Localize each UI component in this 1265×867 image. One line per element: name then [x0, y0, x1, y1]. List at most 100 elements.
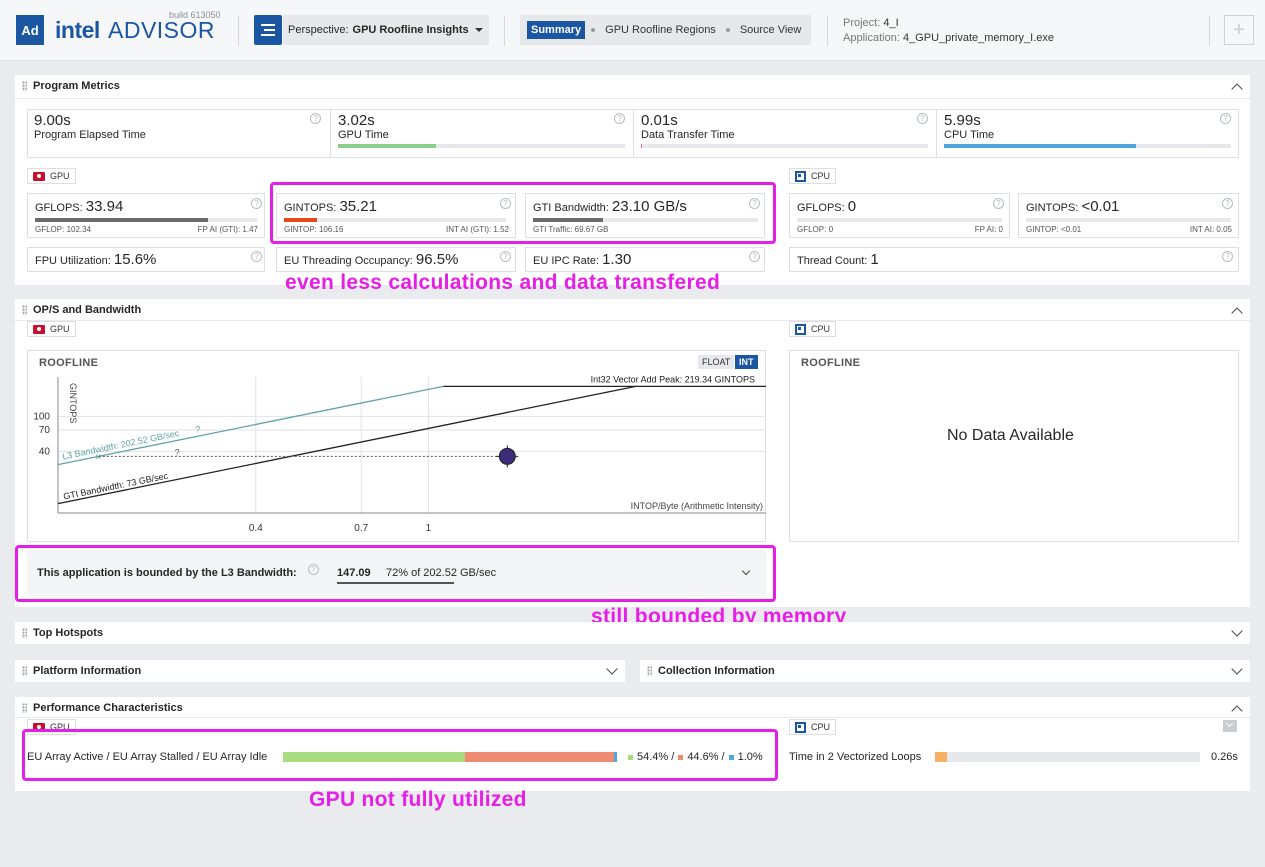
fpu-label: FPU Utilization:	[35, 255, 111, 267]
highlight-box	[270, 182, 776, 244]
help-icon[interactable]: ?	[1222, 198, 1233, 209]
help-icon[interactable]: ?	[1220, 113, 1231, 124]
l3-bandwidth-roof-line	[57, 385, 444, 466]
timer-card: 3.02s GPU Time?	[330, 109, 633, 158]
advisor-logo-text: ADVISOR	[108, 17, 216, 43]
fpu-utilization-card: FPU Utilization: 15.6% ?	[27, 247, 265, 272]
timer-bar	[641, 144, 928, 148]
cpu-gflops-label: GFLOPS:	[797, 202, 845, 214]
cpu-gflops-bar	[797, 218, 1002, 222]
platform-info-header[interactable]: Platform Information	[22, 665, 141, 677]
timer-bar	[944, 144, 1231, 148]
application-name: 4_GPU_private_memory_I.exe	[902, 32, 1054, 44]
timer-bar-fill	[944, 144, 1137, 148]
vectorized-loops-label: Time in 2 Vectorized Loops	[789, 751, 922, 763]
drag-handle-icon[interactable]	[647, 666, 652, 676]
gpu-chip-label: GPU	[50, 171, 70, 181]
eu-ipc-value: 1.30	[602, 251, 632, 268]
cpu-gintops-card: GINTOPS: <0.01 ? GINTOP: <0.01 INT AI: 0…	[1018, 193, 1239, 238]
collection-info-header[interactable]: Collection Information	[647, 665, 775, 677]
perf-characteristics-header[interactable]: Performance Characteristics	[22, 702, 183, 714]
top-hotspots-panel[interactable]	[15, 622, 1250, 644]
ops-bandwidth-header[interactable]: OP/S and Bandwidth	[22, 304, 141, 316]
view-tabs: Summary GPU Roofline Regions Source View	[520, 15, 811, 45]
eu-occupancy-card: EU Threading Occupancy: 96.5% ?	[276, 247, 516, 272]
program-metrics-header[interactable]: Program Metrics	[22, 80, 120, 92]
advisor-logo-badge: Ad	[16, 15, 44, 45]
tab-source-view[interactable]: Source View	[736, 21, 806, 39]
perspective-icon[interactable]	[254, 15, 282, 45]
timer-value: 0.01s	[641, 112, 678, 129]
cpu-gintops-value: <0.01	[1081, 198, 1120, 215]
cpu-chip: CPU	[789, 168, 837, 184]
thread-count-card: Thread Count: 1 ?	[789, 247, 1239, 272]
vectorized-loops-bar	[935, 752, 1200, 762]
eu-ipc-card: EU IPC Rate: 1.30 ?	[525, 247, 765, 272]
divider	[15, 98, 1250, 99]
help-icon[interactable]: ?	[993, 198, 1004, 209]
timer-value: 3.02s	[338, 112, 375, 129]
chevron-down-icon	[474, 28, 483, 32]
cpu-gflop-count: GFLOP: 0	[797, 225, 834, 234]
tab-summary[interactable]: Summary	[527, 21, 586, 39]
roofline-chart[interactable]: Int32 Vector Add Peak: 219.34 GINTOPS L3 …	[27, 350, 766, 542]
help-icon[interactable]: ?	[500, 251, 511, 262]
panel-title: Performance Characteristics	[33, 702, 183, 714]
tab-gpu-roofline-regions[interactable]: GPU Roofline Regions	[601, 21, 720, 39]
help-icon[interactable]: ?	[251, 251, 262, 262]
timer-label: CPU Time	[944, 129, 995, 141]
cpu-gflops-card: GFLOPS: 0 ? GFLOP: 0 FP AI: 0	[789, 193, 1010, 238]
x-tick-label: 1	[426, 523, 432, 534]
gflops-bar-fill	[35, 218, 209, 222]
y-tick-label: 100	[33, 411, 50, 422]
panel-title: Program Metrics	[33, 80, 120, 92]
gpu-chip: GPU	[27, 321, 76, 337]
highlight-box	[22, 729, 778, 781]
help-icon[interactable]: ?	[917, 113, 928, 124]
help-icon[interactable]: ?	[251, 198, 262, 209]
dropdown-toggle[interactable]	[1223, 719, 1237, 732]
help-icon[interactable]: ?	[1222, 251, 1233, 262]
cpu-gflops-value: 0	[847, 198, 857, 215]
help-icon[interactable]: ?	[310, 113, 321, 124]
top-hotspots-header[interactable]: Top Hotspots	[22, 627, 103, 639]
no-data-message: No Data Available	[947, 427, 1074, 444]
divider	[15, 717, 1250, 718]
roof-marker: ?	[175, 447, 180, 457]
application-label: Application:	[843, 32, 900, 44]
divider	[15, 320, 1250, 321]
cpu-icon	[795, 323, 806, 335]
panel-title: OP/S and Bandwidth	[33, 304, 142, 316]
timer-value: 5.99s	[944, 112, 981, 129]
gflop-count: GFLOP: 102.34	[35, 225, 92, 234]
drag-handle-icon[interactable]	[22, 703, 27, 713]
chevron-down-icon	[1225, 719, 1234, 728]
y-axis-label: GINTOPS	[68, 383, 78, 423]
header-divider	[1209, 16, 1210, 46]
help-icon[interactable]: ?	[614, 113, 625, 124]
panel-title: Platform Information	[33, 665, 142, 677]
timer-card: 9.00s Program Elapsed Time?	[27, 109, 330, 158]
gpu-chip: GPU	[27, 168, 76, 184]
annotation-gpu-not-utilized: GPU not fully utilized	[309, 788, 527, 811]
add-button[interactable]: +	[1224, 15, 1254, 45]
y-tick-label: 70	[39, 425, 51, 436]
project-info: Project: 4_I Application: 4_GPU_private_…	[843, 16, 1054, 46]
cpu-gintops-label: GINTOPS:	[1026, 202, 1079, 214]
gflops-bar	[35, 218, 257, 222]
header-divider	[827, 16, 828, 46]
roof-marker: ?	[195, 425, 200, 435]
drag-handle-icon[interactable]	[22, 305, 27, 315]
drag-handle-icon[interactable]	[22, 628, 27, 638]
panel-title: Top Hotspots	[33, 627, 104, 639]
timer-value: 9.00s	[34, 112, 71, 129]
drag-handle-icon[interactable]	[22, 81, 27, 91]
drag-handle-icon[interactable]	[22, 666, 27, 676]
cpu-chip-label: CPU	[811, 324, 831, 334]
project-label: Project:	[843, 17, 881, 29]
gpu-icon	[33, 324, 45, 334]
help-icon[interactable]: ?	[749, 251, 760, 262]
cpu-chip-label: CPU	[811, 171, 831, 181]
timer-label: Program Elapsed Time	[34, 129, 146, 141]
perspective-dropdown[interactable]: Perspective: GPU Roofline Insights	[283, 15, 489, 45]
